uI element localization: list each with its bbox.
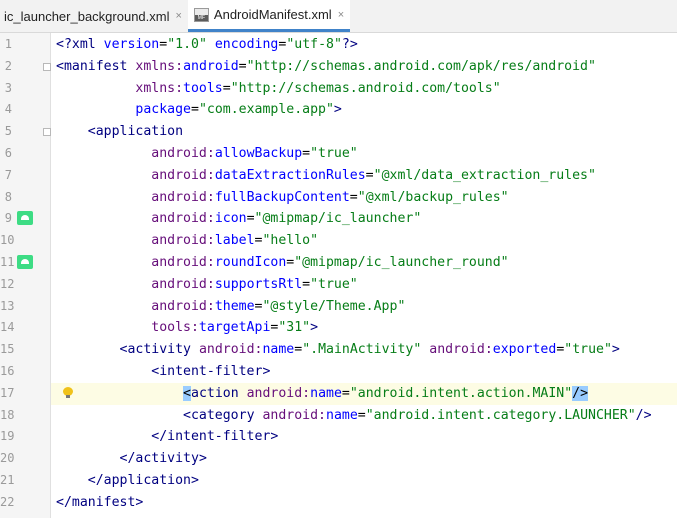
code-line[interactable]: </manifest> (56, 492, 143, 514)
line-number: 5 (4, 124, 12, 139)
tab-label: AndroidManifest.xml (213, 7, 332, 22)
line-number: 7 (4, 167, 12, 182)
code-line[interactable]: android:label="hello" (56, 230, 318, 252)
code-line[interactable]: <manifest xmlns:android="http://schemas.… (56, 56, 596, 78)
line-number: 17 (0, 385, 15, 400)
manifest-file-icon: MF (193, 7, 209, 22)
code-line[interactable]: </application> (56, 470, 199, 492)
line-number: 18 (0, 407, 15, 422)
fold-marker-icon[interactable] (43, 128, 51, 137)
line-number: 2 (4, 58, 12, 73)
code-line[interactable]: xmlns:tools="http://schemas.android.com/… (56, 78, 500, 100)
code-line[interactable]: <action android:name="android.intent.act… (56, 383, 589, 405)
line-number: 15 (0, 342, 15, 357)
code-editor[interactable]: <?xml version="1.0" encoding="utf-8"?> <m… (0, 33, 677, 518)
code-line[interactable]: </intent-filter> (56, 426, 278, 448)
tab-label: ic_launcher_background.xml (4, 8, 170, 24)
line-number: 3 (4, 80, 12, 95)
code-line[interactable]: <category android:name="android.intent.c… (56, 405, 652, 427)
tab-android-manifest[interactable]: MF AndroidManifest.xml × (187, 0, 351, 32)
code-line[interactable]: </activity> (56, 448, 207, 470)
close-icon[interactable]: × (175, 10, 181, 22)
line-number: 8 (4, 189, 12, 204)
code-line[interactable]: android:allowBackup="true" (56, 143, 357, 165)
editor-tab-bar: ic_launcher_background.xml × MF AndroidM… (0, 0, 677, 33)
line-number: 10 (0, 233, 15, 248)
code-line[interactable]: <?xml version="1.0" encoding="utf-8"?> (56, 34, 358, 56)
code-line[interactable]: android:theme="@style/Theme.App" (56, 296, 405, 318)
android-launcher-icon[interactable] (17, 211, 33, 226)
line-number: 1 (4, 37, 12, 51)
fold-marker-icon[interactable] (43, 62, 51, 71)
line-number: 19 (0, 429, 15, 444)
android-launcher-icon[interactable] (17, 255, 33, 269)
line-number: 11 (0, 255, 15, 269)
code-line[interactable]: android:fullBackupContent="@xml/backup_r… (56, 187, 508, 209)
code-area[interactable]: <?xml version="1.0" encoding="utf-8"?> <m… (51, 33, 677, 518)
line-number: 14 (0, 320, 15, 335)
code-line[interactable]: android:roundIcon="@mipmap/ic_launcher_r… (56, 252, 508, 274)
line-number: 22 (0, 494, 15, 509)
code-line[interactable]: android:icon="@mipmap/ic_launcher" (56, 208, 421, 230)
tab-ic-launcher-background[interactable]: ic_launcher_background.xml × (0, 0, 188, 32)
line-number: 20 (0, 451, 15, 466)
line-number: 16 (0, 364, 15, 378)
code-line[interactable]: android:supportsRtl="true" (56, 274, 357, 296)
line-number: 9 (4, 211, 12, 226)
close-icon[interactable]: × (338, 9, 344, 21)
code-line[interactable]: <intent-filter> (56, 361, 270, 383)
line-number: 4 (4, 102, 12, 117)
code-line[interactable]: <application (56, 121, 183, 143)
line-number: 12 (0, 276, 15, 291)
code-line[interactable]: <activity android:name=".MainActivity" a… (56, 339, 620, 361)
code-line[interactable]: tools:targetApi="31"> (56, 317, 318, 339)
code-line[interactable]: android:dataExtractionRules="@xml/data_e… (56, 165, 596, 187)
line-number: 13 (0, 298, 15, 313)
line-number: 6 (4, 146, 12, 160)
line-number: 21 (0, 473, 15, 487)
code-line[interactable]: package="com.example.app"> (56, 99, 341, 121)
lightbulb-icon[interactable] (63, 386, 73, 399)
